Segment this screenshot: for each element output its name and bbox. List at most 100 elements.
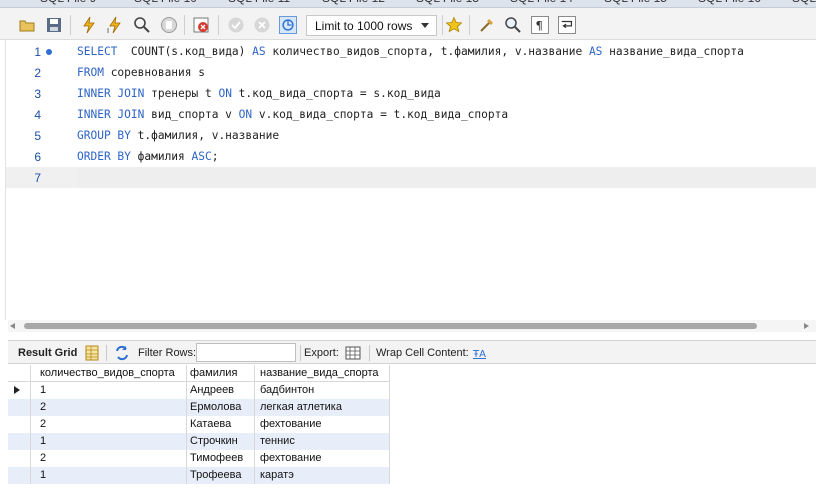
horizontal-scrollbar[interactable] [8,320,816,332]
grid-cell[interactable]: 1 [40,469,46,481]
limit-rows-select[interactable]: Limit to 1000 rows [306,15,437,36]
table-row[interactable]: 2 Тимофеев фехтование [8,450,390,467]
tab-strip: SQL File 9 SQL File 10 SQL File 11 SQL File… [0,0,816,8]
grid-cell[interactable]: теннис [260,435,295,447]
sql-text: v.код_вида_спорта = t.код_вида_спорта [252,108,509,121]
explain-icon[interactable] [133,16,151,34]
grid-cell[interactable]: 2 [40,452,46,464]
grid-cell[interactable]: Андреев [190,384,234,396]
code-line[interactable]: 3 INNER JOIN тренеры t ON t.код_вида_спор… [0,83,816,104]
column-header[interactable]: название_вида_спорта [260,367,379,379]
grid-cell[interactable]: легкая атлетика [260,401,342,413]
favorite-icon[interactable] [445,16,463,34]
code-line[interactable]: 1 SELECT COUNT(s.код_вида) AS количество_… [0,41,816,62]
grid-cell[interactable]: Тимофеев [190,452,243,464]
editor-tab[interactable]: SQL File 11 [228,0,290,5]
table-row[interactable]: 2 Катаева фехтование [8,416,390,433]
column-header[interactable]: количество_видов_спорта [40,367,175,379]
invisible-chars-icon[interactable]: ¶ [531,16,549,34]
column-header[interactable]: фамилия [190,367,237,379]
grid-cell[interactable]: 1 [40,435,46,447]
code-line[interactable]: 7 [0,167,816,188]
sql-keyword: ASC [191,150,212,163]
sql-keyword: FROM [77,66,104,79]
wrap-cell-icon[interactable]: ŦA [471,345,487,361]
code-line[interactable]: 6 ORDER BY фамилия ASC; [0,146,816,167]
sql-text: название_вида_спорта [602,45,744,58]
statement-marker-icon [46,49,52,55]
code-text: INNER JOIN вид_спорта v ON v.код_вида_сп… [77,108,508,121]
editor-tab[interactable]: SQL File 17 [792,0,816,5]
sql-text: количество_видов_спорта, t.фамилия, v.на… [265,45,589,58]
sql-keyword: SELECT [77,45,118,58]
sql-keyword: AS [252,45,266,58]
grid-cell[interactable]: Строчкин [190,435,238,447]
autocommit-icon[interactable] [279,16,297,34]
filter-rows-input[interactable] [196,343,296,362]
sql-keyword: GROUP BY [77,129,131,142]
grid-cell[interactable]: каратэ [260,469,294,481]
editor-tab[interactable]: SQL File 14 [510,0,573,5]
table-row[interactable]: 1 Трофеева каратэ [8,467,390,484]
result-toolbar: Result Grid Filter Rows: Export: Wrap Ce… [8,340,816,364]
line-number: 6 [34,150,41,164]
grid-cell[interactable]: Трофеева [190,469,241,481]
wrap-cell-label: Wrap Cell Content: [376,347,469,359]
editor-tab[interactable]: SQL File 9 [40,0,96,5]
refresh-icon[interactable] [114,345,130,361]
grid-icon[interactable] [84,345,100,361]
grid-cell[interactable]: бадбинтон [260,384,314,396]
wrap-icon[interactable] [558,16,576,34]
scroll-left-icon[interactable] [10,323,15,329]
svg-text:I: I [107,27,109,34]
find-icon[interactable] [504,16,522,34]
table-row[interactable]: 1 Андреев бадбинтон [8,382,390,399]
export-icon[interactable] [345,345,361,361]
stop-icon[interactable] [160,16,178,34]
rollback-icon[interactable] [253,16,271,34]
sql-text: соревнования s [103,66,205,79]
result-grid[interactable]: количество_видов_спорта фамилия название… [8,365,390,484]
table-row[interactable]: 2 Ермолова легкая атлетика [8,399,390,416]
save-icon[interactable] [45,16,63,34]
code-text: GROUP BY t.фамилия, v.название [77,129,279,142]
svg-text:ŦA: ŦA [472,349,486,360]
line-number: 7 [34,171,41,185]
sql-text: t.фамилия, v.название [130,129,280,142]
beautify-icon[interactable] [478,16,496,34]
editor-margin [0,40,6,320]
filter-rows-label: Filter Rows: [138,347,197,359]
execute-current-icon[interactable]: I [106,16,124,34]
result-grid-tab[interactable]: Result Grid [18,347,77,359]
grid-cell[interactable]: 2 [40,401,46,413]
code-line[interactable]: 4 INNER JOIN вид_спорта v ON v.код_вида_с… [0,104,816,125]
sql-editor[interactable]: 1 SELECT COUNT(s.код_вида) AS количество_… [0,40,816,315]
scroll-right-icon[interactable] [804,323,809,329]
sql-text: ; [211,150,219,163]
grid-cell[interactable]: Катаева [190,418,231,430]
editor-tab[interactable]: SQL File 10 [134,0,197,5]
open-folder-icon[interactable] [18,16,36,34]
grid-cell[interactable]: фехтование [260,452,322,464]
sql-text: COUNT(s.код_вида) [117,45,253,58]
commit-icon[interactable] [227,16,245,34]
limit-rows-label: Limit to 1000 rows [315,19,413,33]
grid-cell[interactable]: фехтование [260,418,322,430]
sql-text: t.код_вида_спорта = s.код_вида [231,87,441,100]
grid-cell[interactable]: Ермолова [190,401,241,413]
sql-keyword: AS [588,45,603,58]
table-row[interactable]: 1 Строчкин теннис [8,433,390,450]
error-icon[interactable] [193,16,211,34]
editor-tab[interactable]: SQL File 12 [322,0,385,5]
editor-tab[interactable]: SQL File 15 [604,0,667,5]
grid-cell[interactable]: 2 [40,418,46,430]
grid-cell[interactable]: 1 [40,384,46,396]
sql-text: фамилия [130,150,192,163]
editor-tab[interactable]: SQL File 13 [416,0,479,5]
code-line[interactable]: 5 GROUP BY t.фамилия, v.название [0,125,816,146]
code-line[interactable]: 2 FROM соревнования s [0,62,816,83]
scrollbar-thumb[interactable] [24,323,757,329]
svg-text:¶: ¶ [536,18,543,32]
execute-icon[interactable] [80,16,98,34]
editor-tab[interactable]: SQL File 16 [698,0,761,5]
